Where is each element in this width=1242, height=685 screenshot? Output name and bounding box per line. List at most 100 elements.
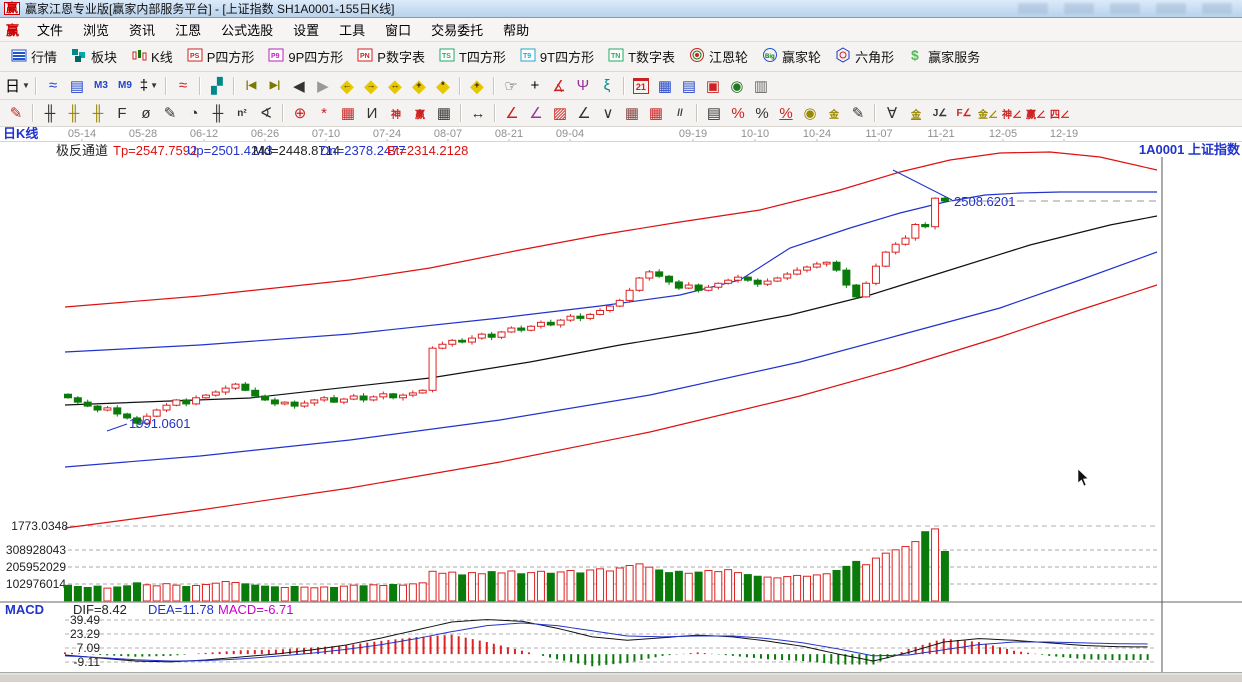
menu-item-工具[interactable]: 工具: [329, 21, 375, 40]
tool-gold-circle[interactable]: ◉: [799, 103, 821, 124]
toolbar-button-winner-wheel[interactable]: Big 赢家轮: [755, 46, 828, 67]
menu-item-资讯[interactable]: 资讯: [119, 21, 165, 40]
tool-next-page[interactable]: ▶: [312, 75, 334, 96]
tool-psi-tool[interactable]: Ψ: [572, 75, 594, 96]
tool-crosshair-tool[interactable]: +: [524, 75, 546, 96]
toolbar-button-hexagon[interactable]: 六角形: [828, 46, 901, 67]
tool-n-square[interactable]: n²: [231, 103, 253, 124]
tool-wave-9[interactable]: M9: [114, 75, 136, 96]
tool-fan-red[interactable]: ∠: [501, 103, 523, 124]
menu-item-窗口[interactable]: 窗口: [375, 21, 421, 40]
tool-si-angle[interactable]: 四∠: [1049, 103, 1071, 124]
menu-item-交易委托[interactable]: 交易委托: [421, 21, 493, 40]
tool-scribble-blue[interactable]: ≈: [42, 75, 64, 96]
menu-item-设置[interactable]: 设置: [283, 21, 329, 40]
tool-grid-plain[interactable]: ╫: [207, 103, 229, 124]
tool-ying-grid[interactable]: 赢: [409, 103, 431, 124]
tool-v-tool[interactable]: ∨: [597, 103, 619, 124]
tool-ying-angle[interactable]: 赢∠: [1025, 103, 1047, 124]
menu-item-江恩[interactable]: 江恩: [165, 21, 211, 40]
tool-gold-grid-2[interactable]: ╫: [87, 103, 109, 124]
tool-gold-angle[interactable]: 金∠: [977, 103, 999, 124]
toolbar-button-winner-service[interactable]: $ 赢家服务: [901, 46, 987, 67]
hexagon-label: 六角形: [855, 50, 895, 65]
menu-item-文件[interactable]: 文件: [27, 21, 73, 40]
scribble-blue-icon: ≈: [48, 77, 58, 94]
toolbar-button-sectors[interactable]: 板块: [64, 46, 124, 67]
tool-percent-line[interactable]: %: [727, 103, 749, 124]
tool-diamond-star[interactable]: ◆ *: [432, 75, 454, 96]
tool-j-angle[interactable]: J∠: [929, 103, 951, 124]
tool-fan-box[interactable]: ▨: [549, 103, 571, 124]
tool-pen-dark[interactable]: ✎: [159, 103, 181, 124]
menu-item-公式选股[interactable]: 公式选股: [211, 21, 283, 40]
toolbar-button-quotes[interactable]: 行情: [4, 46, 64, 67]
candle-dropdown-icon: ‡: [139, 77, 149, 94]
tool-xi-tool[interactable]: ξ: [596, 75, 618, 96]
tool-star-web[interactable]: *: [313, 103, 335, 124]
tool-wave-mark[interactable]: И: [361, 103, 383, 124]
tool-gold-grid-1[interactable]: ╫: [63, 103, 85, 124]
menu-item-浏览[interactable]: 浏览: [73, 21, 119, 40]
tool-color-chart[interactable]: ▞: [206, 75, 228, 96]
tool-circle-tool[interactable]: ø: [135, 103, 157, 124]
tool-angle-mirror[interactable]: ∢: [255, 103, 277, 124]
tool-clock-tool[interactable]: ◔: [183, 103, 205, 124]
tool-percent-under[interactable]: %: [775, 103, 797, 124]
tool-candle-dropdown[interactable]: ‡ ▼: [138, 75, 160, 96]
tool-shen-grid[interactable]: 神: [385, 103, 407, 124]
tool-diamond-right[interactable]: ◆ →: [360, 75, 382, 96]
tool-grid-dark[interactable]: ▦: [621, 103, 643, 124]
toolbar-button-t9-square[interactable]: T9 9T四方形: [513, 46, 601, 67]
tool-diamond-left[interactable]: ◆ ←: [336, 75, 358, 96]
tool-grid-red2[interactable]: ▦: [645, 103, 667, 124]
tool-crosshair-circle[interactable]: ⊕: [289, 103, 311, 124]
tool-globe-save[interactable]: ◉: [726, 75, 748, 96]
tool-save[interactable]: ▣: [702, 75, 724, 96]
tool-period-dropdown[interactable]: 日 ▼: [5, 75, 30, 96]
tool-diamond-leftright[interactable]: ◆ ↔: [384, 75, 406, 96]
tool-percent-table[interactable]: ▤: [703, 103, 725, 124]
tool-wave-3[interactable]: M3: [90, 75, 112, 96]
tool-f-angle[interactable]: F∠: [953, 103, 975, 124]
tool-pen-fine[interactable]: ✎: [847, 103, 869, 124]
tool-protractor-tool[interactable]: ∡: [548, 75, 570, 96]
toolbar-button-p-square[interactable]: PS P四方形: [180, 46, 262, 67]
tool-document[interactable]: ▤: [678, 75, 700, 96]
menu-item-帮助[interactable]: 帮助: [493, 21, 539, 40]
tool-diamond-move[interactable]: ◆ +: [466, 75, 488, 96]
tool-web-grid-red[interactable]: ▦: [337, 103, 359, 124]
tool-percent[interactable]: %: [751, 103, 773, 124]
kline-chart-canvas[interactable]: 05-14 05-28 06-12 06-26 07-10 07-24 08-07 08-21…: [0, 126, 1242, 682]
tool-fan-purple[interactable]: ∠: [525, 103, 547, 124]
toolbar-button-t-number-table[interactable]: TN T数字表: [601, 46, 682, 67]
tool-notes[interactable]: ▤: [66, 75, 88, 96]
toolbar-button-p9-square[interactable]: P9 9P四方形: [261, 46, 350, 67]
tool-trend-angle[interactable]: ∠: [573, 103, 595, 124]
tool-shen-angle[interactable]: 神∠: [1001, 103, 1023, 124]
tool-gold-line[interactable]: 金: [905, 103, 927, 124]
toolbar-button-gann-wheel[interactable]: 江恩轮: [682, 46, 755, 67]
tool-first-page[interactable]: |◀: [240, 75, 262, 96]
tool-gold-box[interactable]: 金: [823, 103, 845, 124]
tool-parallel-lines[interactable]: //: [669, 103, 691, 124]
tool-last-page[interactable]: ▶|: [264, 75, 286, 96]
tool-calculator[interactable]: ▦: [654, 75, 676, 96]
tool-prev-page[interactable]: ◀: [288, 75, 310, 96]
tool-printer[interactable]: ▥: [750, 75, 772, 96]
volume-axis-label: 205952029: [6, 560, 66, 574]
toolbar-button-t-square[interactable]: TS T四方形: [432, 46, 513, 67]
tool-width-tool[interactable]: ↔: [467, 103, 489, 124]
tool-diamond-cross[interactable]: ◆ +: [408, 75, 430, 96]
tool-hand-tool[interactable]: ☞: [500, 75, 522, 96]
tool-numbered-grid[interactable]: ▦: [433, 103, 455, 124]
tool-funnel[interactable]: ∀: [881, 103, 903, 124]
toolbar-button-p-number-table[interactable]: PN P数字表: [350, 46, 432, 67]
tool-pen-red[interactable]: ✎: [5, 103, 27, 124]
toolbar-button-kline[interactable]: K线: [124, 46, 180, 67]
tool-f-grid[interactable]: F: [111, 103, 133, 124]
tool-gann-grid[interactable]: ╫: [39, 103, 61, 124]
tool-scribble-red[interactable]: ≈: [172, 75, 194, 96]
candle: [428, 347, 437, 391]
tool-calendar[interactable]: 21: [630, 75, 652, 96]
